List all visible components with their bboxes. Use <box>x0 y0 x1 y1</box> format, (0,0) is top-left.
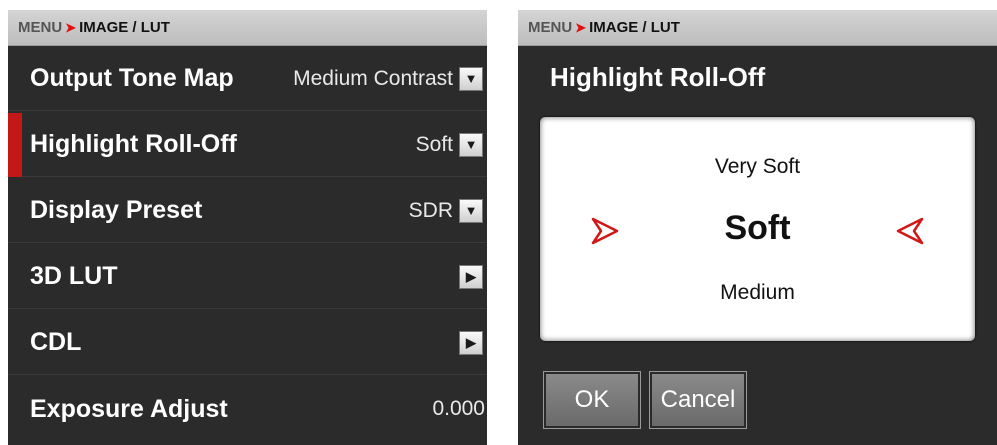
ok-button[interactable]: OK <box>543 371 641 429</box>
breadcrumb-separator-icon: ➤ <box>65 19 77 35</box>
highlight-roll-off-dialog: MENU ➤ IMAGE / LUT Highlight Roll-Off Ve… <box>518 10 997 445</box>
menu-row-exposure-adjust[interactable]: Exposure Adjust 0.000 <box>8 377 487 441</box>
cancel-button[interactable]: Cancel <box>649 371 747 429</box>
row-label: Output Tone Map <box>30 64 234 92</box>
dialog-title: Highlight Roll-Off <box>550 62 766 92</box>
menu-row-highlight-roll-off[interactable]: Highlight Roll-Off Soft ▼ <box>8 113 487 177</box>
chevron-down-icon[interactable]: ▼ <box>459 198 483 223</box>
row-label: Exposure Adjust <box>30 394 228 423</box>
row-label: CDL <box>30 328 82 356</box>
chevron-down-icon[interactable]: ▼ <box>459 132 483 157</box>
row-value: SDR <box>408 198 453 222</box>
image-lut-menu: MENU ➤ IMAGE / LUT Output Tone Map Mediu… <box>8 10 487 445</box>
chevron-down-icon[interactable]: ▼ <box>459 66 483 91</box>
row-label: Display Preset <box>30 196 203 224</box>
breadcrumb: MENU ➤ IMAGE / LUT <box>8 10 487 46</box>
menu-row-cdl[interactable]: CDL ▶ <box>8 311 487 375</box>
row-value: Medium Contrast <box>293 66 453 90</box>
value-picker[interactable]: Very Soft Soft Medium <box>540 117 975 341</box>
chevron-right-icon[interactable]: ▶ <box>459 264 483 289</box>
selection-marker <box>8 113 22 177</box>
picker-option-previous[interactable]: Very Soft <box>540 155 975 179</box>
chevron-right-icon[interactable]: ▶ <box>459 330 483 355</box>
menu-row-display-preset[interactable]: Display Preset SDR ▼ <box>8 179 487 243</box>
breadcrumb-root[interactable]: MENU <box>528 19 572 36</box>
breadcrumb-current: IMAGE / LUT <box>589 19 680 36</box>
picker-option-next[interactable]: Medium <box>540 281 975 305</box>
breadcrumb-current: IMAGE / LUT <box>79 19 170 36</box>
red-arrow-left-icon[interactable] <box>895 216 925 246</box>
row-label: Highlight Roll-Off <box>30 130 237 158</box>
breadcrumb: MENU ➤ IMAGE / LUT <box>518 10 997 46</box>
row-value: Soft <box>415 132 453 156</box>
row-label: 3D LUT <box>30 262 118 290</box>
menu-row-3d-lut[interactable]: 3D LUT ▶ <box>8 245 487 309</box>
row-value: 0.000 <box>432 397 485 420</box>
breadcrumb-separator-icon: ➤ <box>575 19 587 35</box>
menu-row-output-tone-map[interactable]: Output Tone Map Medium Contrast ▼ <box>8 47 487 111</box>
breadcrumb-root[interactable]: MENU <box>18 19 62 36</box>
